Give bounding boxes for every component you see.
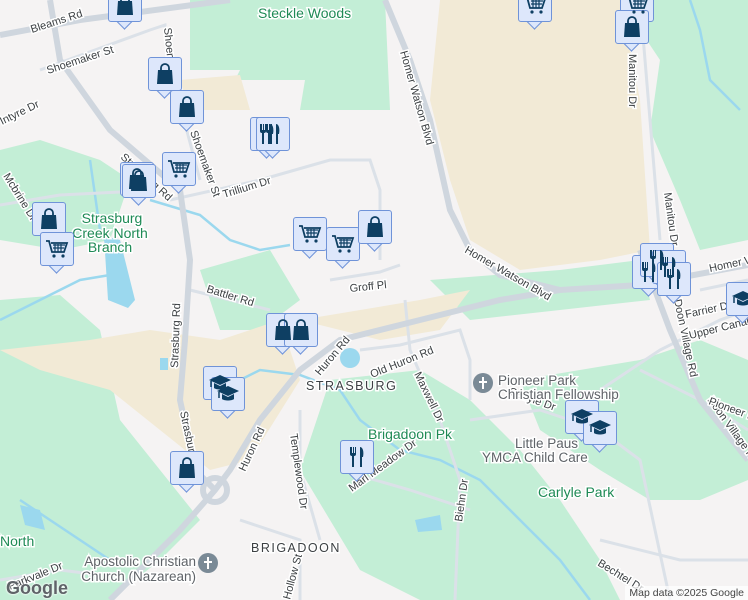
shopping-marker[interactable]	[108, 0, 142, 30]
shopping-icon	[122, 164, 156, 198]
shopping-icon	[615, 10, 649, 44]
grocery-icon	[518, 0, 552, 22]
svg-text:Homer Watson Blvd: Homer Watson Blvd	[708, 243, 748, 275]
svg-text:Intyre Dr: Intyre Dr	[0, 98, 42, 127]
shopping-marker[interactable]	[170, 90, 204, 132]
map-canvas[interactable]: Bleams Rd Shoemaker St Shoemaker St Shoe…	[0, 0, 748, 600]
svg-text:YMCA Child Care: YMCA Child Care	[482, 450, 588, 465]
svg-text:Carlyle Park: Carlyle Park	[538, 484, 615, 500]
poi-apostolic-church[interactable]: Apostolic Christian Church (Nazarean)	[80, 553, 218, 586]
shopping-marker[interactable]	[122, 164, 156, 206]
svg-text:Apostolic Christian: Apostolic Christian	[84, 554, 196, 569]
grocery-icon	[40, 232, 74, 266]
svg-text:North: North	[0, 533, 34, 549]
school-marker[interactable]	[726, 282, 748, 324]
shopping-marker[interactable]	[358, 210, 392, 252]
svg-text:Strasburg Rd: Strasburg Rd	[169, 303, 183, 368]
svg-text:Homer Watson Blvd: Homer Watson Blvd	[397, 50, 435, 147]
church-icon	[198, 553, 218, 573]
restaurant-icon	[657, 262, 691, 296]
restaurant-marker[interactable]	[340, 440, 374, 482]
grocery-marker[interactable]	[518, 0, 552, 30]
grocery-marker[interactable]	[293, 217, 327, 259]
google-logo: Google	[6, 578, 68, 598]
restaurant-marker[interactable]	[657, 262, 691, 304]
school-icon	[211, 377, 245, 411]
restaurant-icon	[340, 440, 374, 474]
shopping-icon	[170, 451, 204, 485]
grocery-marker[interactable]	[40, 232, 74, 274]
svg-text:Manitou Dr: Manitou Dr	[661, 192, 680, 247]
grocery-icon	[162, 152, 196, 186]
shopping-icon	[148, 57, 182, 91]
shopping-icon	[358, 210, 392, 244]
svg-text:Branch: Branch	[88, 239, 132, 255]
svg-text:Church (Nazarean): Church (Nazarean)	[81, 569, 196, 584]
svg-text:STRASBURG: STRASBURG	[306, 379, 397, 393]
shopping-marker[interactable]	[615, 10, 649, 52]
school-icon	[726, 282, 748, 316]
svg-text:BRIGADOON: BRIGADOON	[251, 541, 341, 555]
shopping-icon	[284, 313, 318, 347]
shopping-marker[interactable]	[170, 451, 204, 493]
svg-text:Steckle Woods: Steckle Woods	[258, 5, 351, 21]
shopping-icon	[170, 90, 204, 124]
grocery-marker[interactable]	[162, 152, 196, 194]
svg-text:Groff Pl: Groff Pl	[349, 279, 387, 295]
grocery-marker[interactable]	[326, 227, 360, 269]
church-icon	[473, 373, 493, 393]
svg-text:Christian Fellowship: Christian Fellowship	[498, 387, 619, 402]
school-marker[interactable]	[211, 377, 245, 419]
svg-text:Manitou Dr: Manitou Dr	[626, 54, 638, 108]
map-attribution[interactable]: Map data ©2025 Google	[625, 586, 748, 600]
restaurant-icon	[256, 117, 290, 151]
school-icon	[583, 411, 617, 445]
svg-text:Brigadoon Pk: Brigadoon Pk	[368, 426, 453, 442]
svg-text:Strasburg: Strasburg	[82, 210, 143, 226]
svg-text:Pioneer Park: Pioneer Park	[498, 373, 576, 388]
svg-text:Trillium Dr: Trillium Dr	[221, 175, 272, 201]
grocery-icon	[293, 217, 327, 251]
shopping-icon	[108, 0, 142, 22]
shopping-icon	[32, 202, 66, 236]
school-marker[interactable]	[583, 411, 617, 453]
grocery-icon	[326, 227, 360, 261]
shopping-marker[interactable]	[284, 313, 318, 355]
restaurant-marker[interactable]	[256, 117, 290, 159]
